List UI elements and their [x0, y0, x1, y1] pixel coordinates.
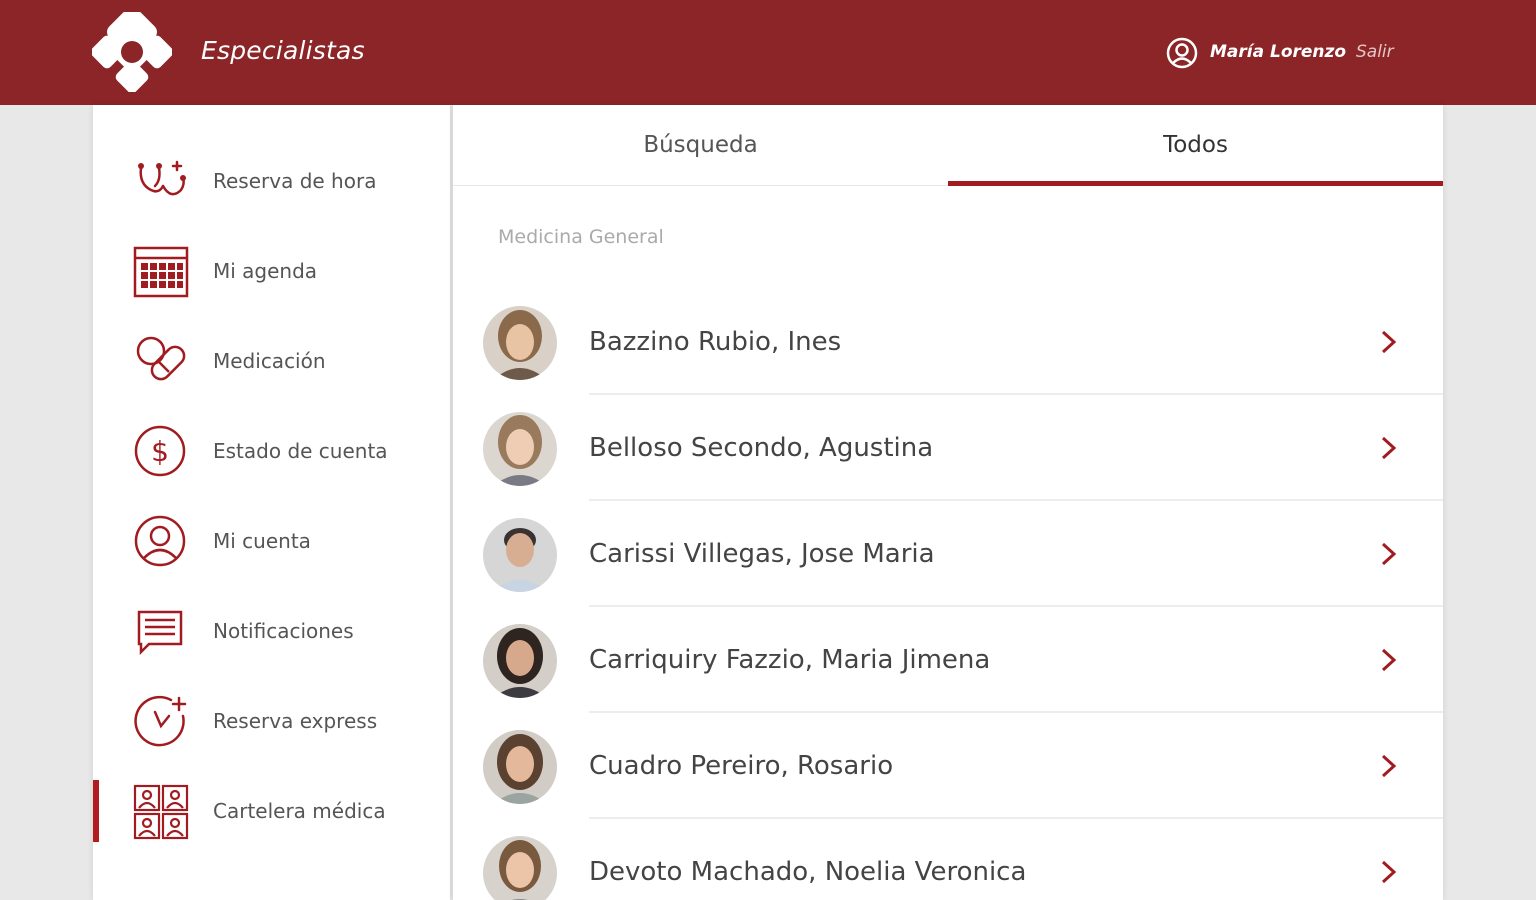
tab-todos[interactable]: Todos — [948, 105, 1443, 185]
doctor-row[interactable]: Bazzino Rubio, Ines — [453, 289, 1443, 395]
chevron-right-icon — [1381, 754, 1397, 778]
doctors-grid-icon — [133, 784, 189, 840]
doctor-row[interactable]: Belloso Secondo, Agustina — [453, 395, 1443, 501]
tab-active-indicator — [948, 181, 1443, 186]
doctor-name: Cuadro Pereiro, Rosario — [589, 751, 894, 781]
user-name[interactable]: María Lorenzo — [1210, 42, 1346, 62]
sidebar-item-label: Medicación — [213, 349, 326, 373]
sidebar-item-mi-agenda[interactable]: Mi agenda — [93, 226, 450, 316]
clock-plus-icon — [134, 695, 187, 747]
sidebar-item-notificaciones[interactable]: Notificaciones — [93, 586, 450, 676]
doctor-photo — [483, 306, 557, 380]
sidebar-item-mi-cuenta[interactable]: Mi cuenta — [93, 496, 450, 586]
sidebar-item-label: Reserva de hora — [213, 169, 377, 193]
user-icon — [1166, 37, 1198, 69]
doctor-name: Belloso Secondo, Agustina — [589, 433, 934, 463]
sidebar-item-reserva-express[interactable]: Reserva express — [93, 676, 450, 766]
sidebar-item-label: Estado de cuenta — [213, 439, 388, 463]
sidebar-item-label: Reserva express — [213, 709, 378, 733]
sidebar-item-estado-de-cuenta[interactable]: $ Estado de cuenta — [93, 406, 450, 496]
doctor-row[interactable]: Cuadro Pereiro, Rosario — [453, 713, 1443, 819]
pills-icon — [136, 336, 186, 381]
logout-button[interactable]: Salir — [1356, 42, 1394, 62]
section-title: Medicina General — [498, 226, 664, 248]
tab-busqueda[interactable]: Búsqueda — [453, 105, 948, 185]
message-icon — [137, 610, 183, 656]
sidebar-item-label: Cartelera médica — [213, 799, 386, 823]
sidebar-item-reserva-de-hora[interactable]: Reserva de hora — [93, 136, 450, 226]
dollar-icon: $ — [134, 425, 186, 477]
sidebar-item-label: Mi cuenta — [213, 529, 311, 553]
doctor-name: Carissi Villegas, Jose Maria — [589, 539, 935, 569]
doctor-name: Devoto Machado, Noelia Veronica — [589, 857, 1027, 887]
top-bar: Especialistas María Lorenzo Salir — [0, 0, 1536, 105]
calendar-icon — [133, 246, 189, 298]
logo-icon[interactable] — [92, 12, 172, 92]
svg-text:$: $ — [151, 435, 169, 468]
chevron-right-icon — [1381, 436, 1397, 460]
doctor-photo — [483, 412, 557, 486]
chevron-right-icon — [1381, 330, 1397, 354]
main-panel: Búsqueda Todos Medicina General Bazzino … — [453, 105, 1443, 900]
doctor-photo — [483, 624, 557, 698]
doctor-photo — [483, 730, 557, 804]
doctor-row[interactable]: Devoto Machado, Noelia Veronica — [453, 819, 1443, 900]
app-title: Especialistas — [201, 36, 365, 65]
active-indicator — [93, 780, 99, 842]
doctor-row[interactable]: Carissi Villegas, Jose Maria — [453, 501, 1443, 607]
sidebar-item-medicacion[interactable]: Medicación — [93, 316, 450, 406]
sidebar-item-label: Mi agenda — [213, 259, 318, 283]
sidebar-item-cartelera-medica[interactable]: Cartelera médica — [93, 766, 450, 856]
doctor-row[interactable]: Carriquiry Fazzio, Maria Jimena — [453, 607, 1443, 713]
doctor-photo — [483, 836, 557, 900]
doctor-name: Bazzino Rubio, Ines — [589, 327, 842, 357]
chevron-right-icon — [1381, 860, 1397, 884]
sidebar: Reserva de hora Mi agenda Medicación $ E… — [93, 105, 450, 900]
chevron-right-icon — [1381, 648, 1397, 672]
doctor-name: Carriquiry Fazzio, Maria Jimena — [589, 645, 991, 675]
user-circle-icon — [134, 515, 186, 567]
chevron-right-icon — [1381, 542, 1397, 566]
doctor-photo — [483, 518, 557, 592]
stethoscope-icon — [138, 160, 186, 196]
sidebar-item-label: Notificaciones — [213, 619, 354, 643]
